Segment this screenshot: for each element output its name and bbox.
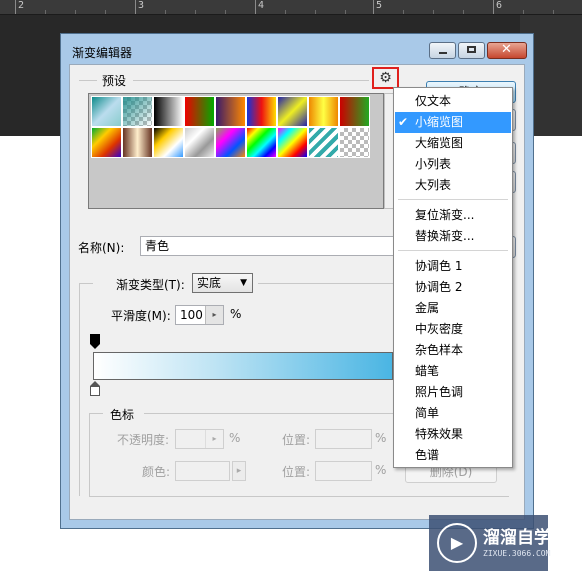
- menu-item-preset-set[interactable]: 协调色 1: [395, 256, 511, 277]
- stepper-arrow-icon: ▸: [205, 430, 223, 448]
- gear-icon: ⚙: [379, 70, 392, 86]
- dialog-title: 渐变编辑器: [72, 46, 133, 60]
- menu-item-preset-set[interactable]: 照片色调: [395, 382, 511, 403]
- menu-item-label: 小缩览图: [415, 115, 464, 129]
- stop-color-swatch[interactable]: [175, 461, 230, 481]
- preset-swatch[interactable]: [277, 96, 308, 127]
- presets-group-line: [79, 80, 97, 81]
- preset-swatch[interactable]: [308, 96, 339, 127]
- menu-item-preset-set[interactable]: 中灰密度: [395, 319, 511, 340]
- gradient-preview-bar[interactable]: [93, 352, 393, 380]
- menu-item-small-thumbnail[interactable]: ✔ 小缩览图: [395, 112, 511, 133]
- ruler: 2 3 4 5 6: [0, 0, 582, 15]
- stop-location-label-2: 位置:: [282, 465, 311, 479]
- gradient-type-select[interactable]: 实底 ▼: [192, 273, 253, 293]
- presets-menu-button[interactable]: ⚙: [372, 67, 399, 89]
- play-logo-icon: ▶: [437, 523, 477, 563]
- gradient-group-line: [258, 283, 394, 284]
- ruler-label: 4: [258, 0, 265, 11]
- watermark-text: 溜溜自学: [483, 528, 551, 548]
- stop-opacity-unit: %: [229, 431, 241, 445]
- menu-item-small-list[interactable]: 小列表: [395, 154, 511, 175]
- minimize-button[interactable]: [429, 42, 456, 59]
- menu-separator: [398, 250, 508, 251]
- stop-opacity-field[interactable]: ▸: [175, 429, 224, 449]
- stops-group-line: [144, 413, 394, 414]
- stop-location-unit-1: %: [375, 431, 387, 445]
- stops-group-label: 色标: [110, 408, 135, 422]
- preset-swatch[interactable]: [153, 96, 184, 127]
- stop-opacity-label: 不透明度:: [117, 433, 170, 447]
- smoothness-value: 100: [180, 308, 203, 322]
- gradient-group-line: [79, 283, 93, 284]
- maximize-button[interactable]: [458, 42, 485, 59]
- ruler-label: 2: [18, 0, 25, 11]
- stop-location-field-1[interactable]: [315, 429, 372, 449]
- menu-item-preset-set[interactable]: 杂色样本: [395, 340, 511, 361]
- preset-swatch[interactable]: [215, 127, 246, 158]
- preset-swatch[interactable]: [91, 96, 122, 127]
- smoothness-label: 平滑度(M):: [111, 309, 171, 323]
- color-stop-marker[interactable]: [90, 381, 100, 397]
- presets-grid: [88, 93, 384, 209]
- menu-item-large-thumbnail[interactable]: 大缩览图: [395, 133, 511, 154]
- menu-item-preset-set[interactable]: 特殊效果: [395, 424, 511, 445]
- preset-swatch[interactable]: [184, 127, 215, 158]
- stops-group-line: [89, 413, 103, 414]
- preset-swatch[interactable]: [215, 96, 246, 127]
- stop-location-label-1: 位置:: [282, 433, 311, 447]
- stop-color-label: 颜色:: [142, 465, 171, 479]
- menu-item-replace-gradients[interactable]: 替换渐变...: [395, 226, 511, 247]
- menu-item-preset-set[interactable]: 协调色 2: [395, 277, 511, 298]
- gradient-group-line: [79, 283, 80, 496]
- stop-location-unit-2: %: [375, 463, 387, 477]
- name-label: 名称(N):: [78, 241, 125, 255]
- menu-item-reset-gradients[interactable]: 复位渐变...: [395, 205, 511, 226]
- preset-swatch[interactable]: [122, 127, 153, 158]
- watermark-url: ZIXUE.3066.COM: [483, 549, 551, 558]
- menu-separator: [398, 199, 508, 200]
- preset-swatch[interactable]: [122, 96, 153, 127]
- preset-swatch[interactable]: [339, 96, 370, 127]
- preset-swatch[interactable]: [277, 127, 308, 158]
- presets-label: 预设: [102, 74, 127, 88]
- smoothness-unit: %: [230, 307, 242, 321]
- stop-location-field-2[interactable]: [315, 461, 372, 481]
- stops-group-line: [89, 496, 509, 497]
- name-field[interactable]: 青色: [140, 236, 398, 256]
- close-icon: ✕: [501, 42, 512, 57]
- close-button[interactable]: ✕: [487, 42, 527, 59]
- stops-group-line: [89, 413, 90, 496]
- smoothness-field[interactable]: 100 ▸: [175, 305, 224, 325]
- presets-group-line: [133, 80, 369, 81]
- ruler-label: 3: [138, 0, 145, 11]
- menu-item-preset-set[interactable]: 色谱: [395, 445, 511, 466]
- opacity-stop-marker[interactable]: [90, 334, 100, 349]
- ruler-label: 6: [496, 0, 503, 11]
- preset-swatch[interactable]: [246, 96, 277, 127]
- ruler-label: 5: [376, 0, 383, 11]
- preset-swatch[interactable]: [153, 127, 184, 158]
- preset-swatch[interactable]: [91, 127, 122, 158]
- menu-item-preset-set[interactable]: 金属: [395, 298, 511, 319]
- watermark: ▶ 溜溜自学 ZIXUE.3066.COM: [429, 515, 551, 571]
- checkmark-icon: ✔: [398, 115, 409, 129]
- preset-swatch[interactable]: [339, 127, 370, 158]
- menu-item-text-only[interactable]: 仅文本: [395, 91, 511, 112]
- preset-swatch[interactable]: [184, 96, 215, 127]
- menu-item-preset-set[interactable]: 简单: [395, 403, 511, 424]
- gradient-type-value: 实底: [197, 276, 222, 290]
- menu-item-preset-set[interactable]: 蜡笔: [395, 361, 511, 382]
- chevron-down-icon: ▼: [240, 278, 247, 288]
- preset-swatch[interactable]: [246, 127, 277, 158]
- stepper-arrow-icon: ▸: [205, 306, 223, 324]
- presets-context-menu: 仅文本 ✔ 小缩览图 大缩览图 小列表 大列表 复位渐变... 替换渐变... …: [393, 87, 513, 468]
- menu-item-large-list[interactable]: 大列表: [395, 175, 511, 196]
- preset-swatch[interactable]: [308, 127, 339, 158]
- gradient-type-label: 渐变类型(T):: [116, 278, 185, 292]
- color-arrow-icon[interactable]: ▸: [232, 461, 246, 481]
